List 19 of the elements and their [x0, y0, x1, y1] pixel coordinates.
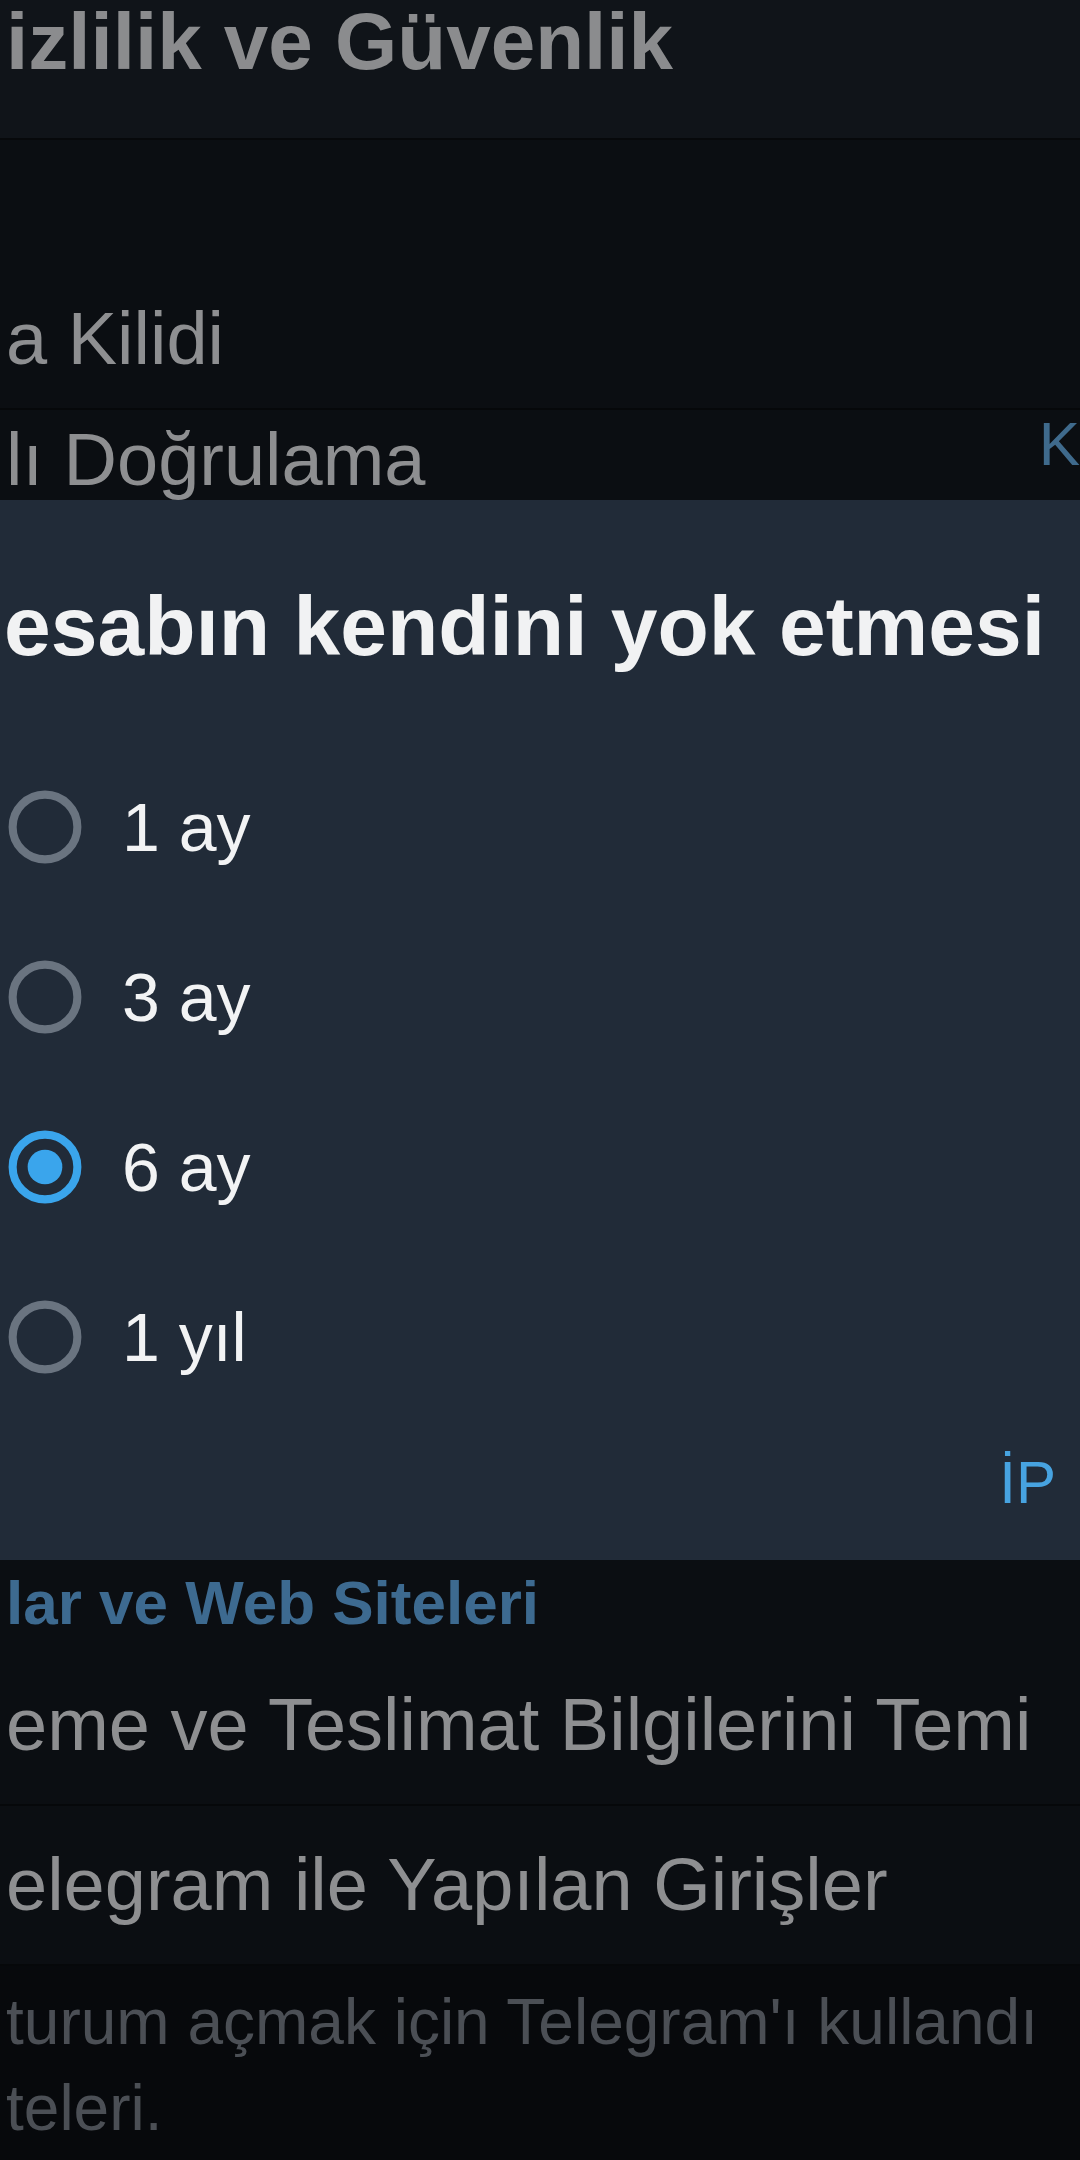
setting-value: K: [1038, 410, 1080, 479]
settings-item[interactable]: a Kilidi: [6, 298, 224, 380]
radio-button[interactable]: [8, 1130, 82, 1205]
footer-text: turum açmak için Telegram'ı kullandı: [6, 1986, 1038, 2060]
settings-item[interactable]: lı Doğrulama: [6, 418, 426, 500]
radio-button[interactable]: [8, 1300, 82, 1375]
option-label[interactable]: 1 ay: [122, 790, 251, 865]
screen-title: izlilik ve Güvenlik: [6, 2, 673, 82]
option-label[interactable]: 3 ay: [122, 960, 251, 1035]
footer-text: teleri.: [6, 2071, 163, 2146]
option-label[interactable]: 6 ay: [122, 1130, 251, 1205]
settings-item[interactable]: eme ve Teslimat Bilgilerini Temi: [6, 1684, 1032, 1766]
radio-button[interactable]: [8, 790, 82, 865]
dialog-title: esabın kendini yok etmesi: [3, 580, 1046, 673]
cancel-button[interactable]: İP: [985, 1442, 1070, 1525]
section-header: lar ve Web Siteleri: [6, 1568, 539, 1638]
settings-item[interactable]: elegram ile Yapılan Girişler: [6, 1844, 888, 1926]
option-label[interactable]: 1 yıl: [122, 1300, 247, 1375]
radio-button[interactable]: [8, 960, 82, 1035]
